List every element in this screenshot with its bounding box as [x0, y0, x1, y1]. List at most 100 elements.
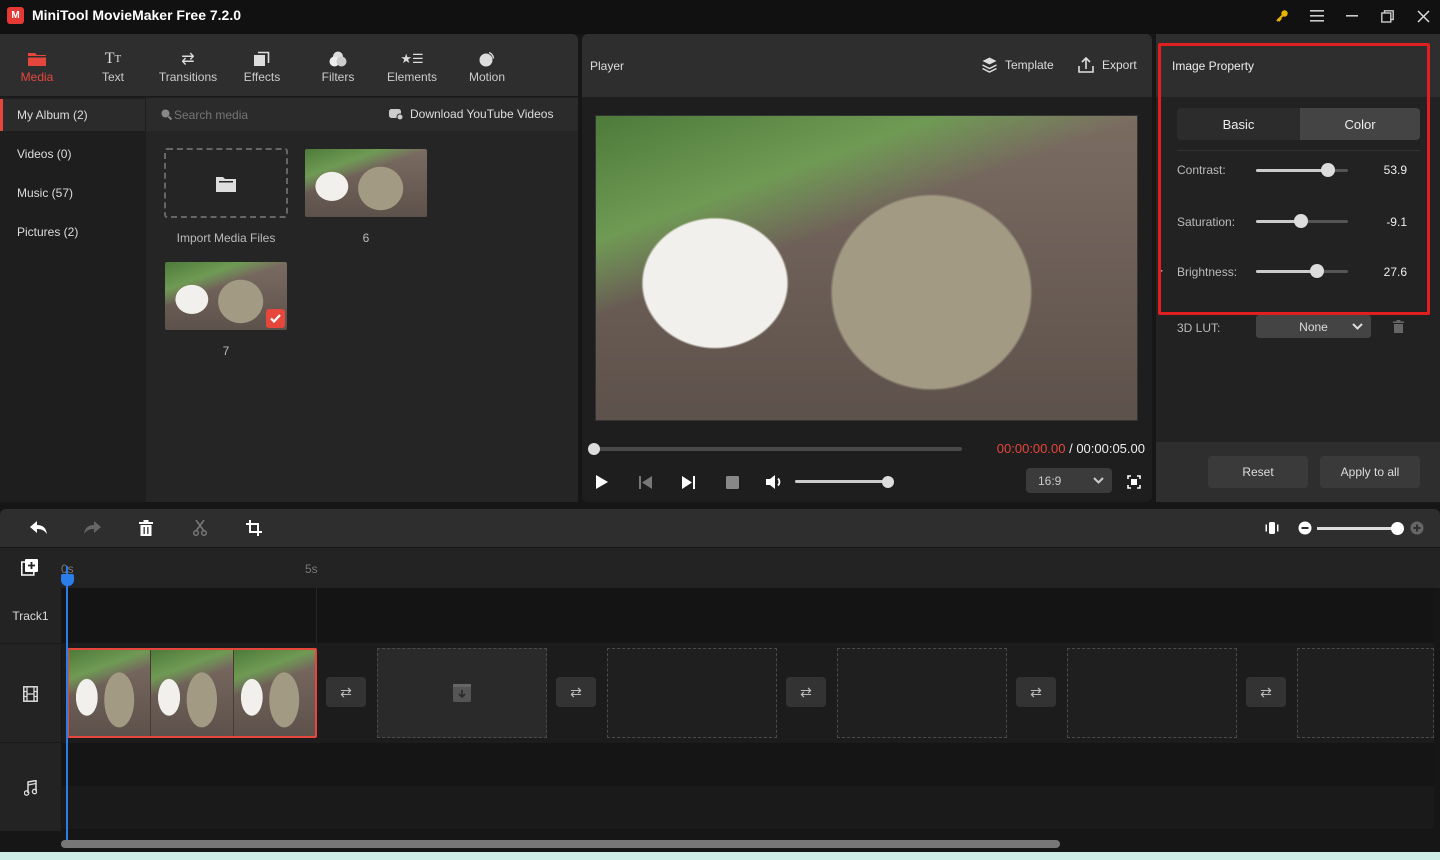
timeline-area[interactable]: ⇄ ⇄ ⇄ ⇄ ⇄ — [62, 588, 1434, 831]
property-title: Image Property — [1172, 59, 1255, 73]
empty-clip-slot[interactable] — [1067, 648, 1237, 738]
divider — [1177, 150, 1420, 151]
export-icon — [1078, 57, 1094, 73]
previous-frame-button[interactable] — [635, 472, 655, 492]
slider-handle[interactable] — [1320, 163, 1335, 177]
import-media-button[interactable] — [164, 148, 288, 218]
saturation-value: -9.1 — [1386, 215, 1407, 229]
split-icon[interactable] — [185, 509, 215, 547]
transition-slot-button[interactable]: ⇄ — [1016, 677, 1056, 707]
next-frame-button[interactable] — [678, 472, 698, 492]
transition-slot-button[interactable]: ⇄ — [1246, 677, 1286, 707]
property-header: Image Property — [1156, 34, 1440, 97]
export-label: Export — [1102, 58, 1137, 72]
volume-icon[interactable] — [765, 472, 785, 492]
timeline-clip[interactable] — [67, 648, 317, 738]
brightness-slider[interactable] — [1256, 264, 1348, 278]
restore-icon[interactable] — [1370, 0, 1404, 32]
selected-check-icon — [266, 309, 285, 328]
stop-button[interactable] — [722, 472, 742, 492]
audio-track-lane[interactable] — [62, 786, 1434, 829]
media-thumbnail[interactable] — [165, 262, 287, 330]
export-button[interactable]: Export — [1078, 57, 1137, 73]
playhead[interactable] — [66, 566, 68, 840]
tab-basic[interactable]: Basic — [1177, 108, 1300, 140]
zoom-out-icon[interactable] — [1298, 521, 1312, 535]
album-item-videos[interactable]: Videos (0) — [0, 138, 145, 170]
timeline-scrollbar[interactable] — [61, 840, 1060, 848]
apply-to-all-button[interactable]: Apply to all — [1320, 456, 1420, 488]
contrast-slider[interactable] — [1256, 163, 1348, 177]
tab-label: Text — [101, 69, 124, 84]
timeline-zoom-slider[interactable] — [1317, 522, 1404, 535]
media-caption: 7 — [222, 344, 230, 358]
undo-icon[interactable] — [23, 509, 53, 547]
search-input[interactable] — [174, 105, 354, 125]
album-item-my-album[interactable]: My Album (2) — [0, 99, 145, 131]
track1-lane[interactable] — [62, 588, 1434, 643]
chevron-down-icon — [1093, 477, 1104, 484]
close-icon[interactable] — [1406, 0, 1440, 32]
audio-track-header — [0, 744, 61, 831]
transition-slot-button[interactable]: ⇄ — [556, 677, 596, 707]
tab-transitions[interactable]: ⇄ Transitions — [152, 34, 224, 97]
redo-icon[interactable] — [77, 509, 107, 547]
layers-icon — [982, 57, 997, 73]
volume-handle[interactable] — [882, 475, 894, 488]
menu-icon[interactable] — [1300, 0, 1334, 32]
play-button[interactable] — [592, 472, 612, 492]
collapse-arrow-icon[interactable]: ▸ — [1159, 266, 1163, 275]
empty-clip-slot[interactable] — [607, 648, 777, 738]
video-track-header — [0, 645, 61, 743]
filters-icon — [329, 48, 347, 70]
template-button[interactable]: Template — [982, 57, 1054, 73]
transition-slot-button[interactable]: ⇄ — [786, 677, 826, 707]
reset-button[interactable]: Reset — [1208, 456, 1308, 488]
empty-clip-slot[interactable] — [837, 648, 1007, 738]
player-title: Player — [590, 59, 625, 73]
aspect-ratio-value: 16:9 — [1038, 473, 1062, 488]
aspect-ratio-select[interactable]: 16:9 — [1026, 468, 1112, 493]
volume-slider[interactable] — [795, 475, 894, 488]
fullscreen-icon[interactable] — [1124, 472, 1144, 492]
zoom-handle[interactable] — [1391, 522, 1404, 535]
album-item-pictures[interactable]: Pictures (2) — [0, 216, 145, 248]
add-track-icon[interactable] — [21, 559, 38, 576]
minimize-icon[interactable] — [1335, 0, 1369, 32]
empty-clip-slot[interactable] — [1297, 648, 1434, 738]
delete-icon[interactable] — [131, 509, 161, 547]
tab-motion[interactable]: Motion — [462, 34, 512, 97]
zoom-in-icon[interactable] — [1410, 521, 1424, 535]
tab-elements[interactable]: ★☰ Elements — [384, 34, 440, 97]
playback-progress-bar[interactable] — [588, 443, 962, 455]
album-item-music[interactable]: Music (57) — [0, 177, 145, 209]
transition-slot-button[interactable]: ⇄ — [326, 677, 366, 707]
import-media-label: Import Media Files — [176, 231, 276, 245]
contrast-value: 53.9 — [1383, 163, 1407, 177]
tab-effects[interactable]: Effects — [236, 34, 288, 97]
key-icon[interactable] — [1265, 0, 1299, 32]
tab-media[interactable]: Media — [12, 34, 62, 97]
slider-handle[interactable] — [1294, 214, 1309, 228]
timeline-ruler[interactable]: 0s 5s — [0, 548, 1440, 588]
trash-icon[interactable] — [1393, 320, 1404, 333]
media-thumbnail[interactable] — [305, 149, 427, 217]
empty-clip-slot[interactable] — [377, 648, 547, 738]
album-item-label: Videos (0) — [17, 147, 72, 161]
fit-timeline-icon[interactable] — [1257, 509, 1287, 547]
download-youtube-button[interactable]: Download YouTube Videos — [389, 107, 553, 121]
tab-color[interactable]: Color — [1300, 108, 1420, 140]
lut-select[interactable]: None — [1256, 315, 1371, 338]
album-item-label: My Album (2) — [17, 108, 88, 122]
tab-filters[interactable]: Filters — [312, 34, 364, 97]
clip-frame — [233, 650, 315, 736]
tab-text[interactable]: TT Text — [88, 34, 138, 97]
crop-icon[interactable] — [239, 509, 269, 547]
slider-handle[interactable] — [1309, 264, 1324, 278]
tab-label: Filters — [321, 69, 355, 84]
playhead-handle[interactable] — [61, 574, 74, 586]
saturation-slider[interactable] — [1256, 214, 1348, 228]
tab-label: Color — [1344, 116, 1376, 132]
video-preview[interactable] — [595, 115, 1138, 421]
progress-handle[interactable] — [588, 443, 600, 455]
